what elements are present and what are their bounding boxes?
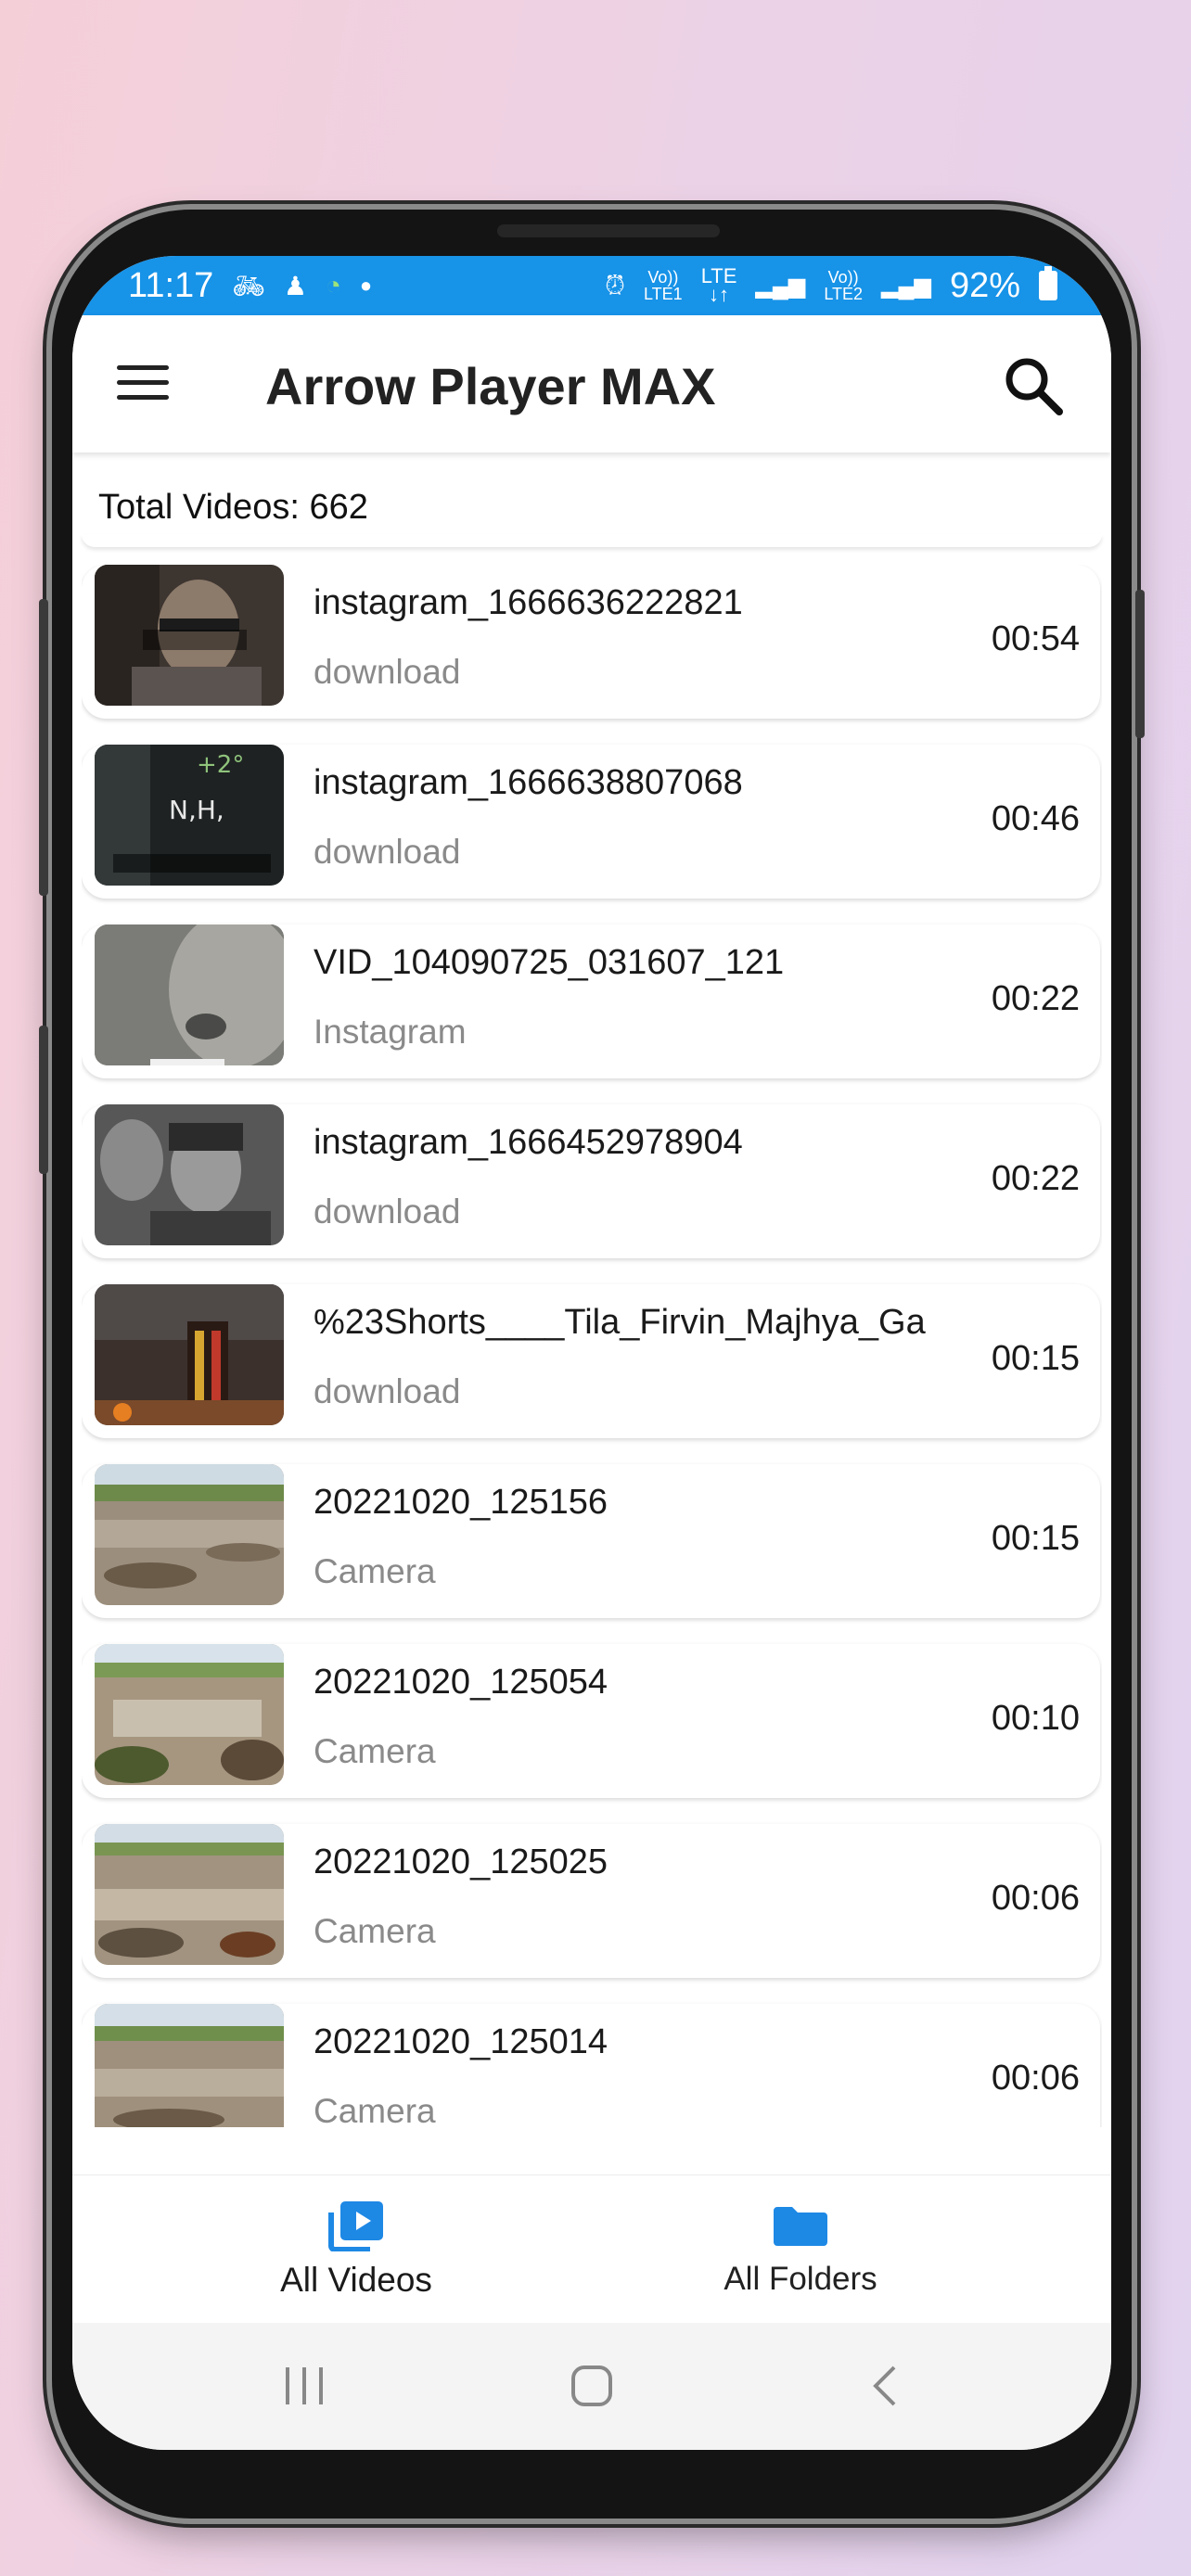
video-folder: Instagram — [314, 1013, 467, 1051]
folder-icon — [774, 2207, 827, 2246]
video-item[interactable]: instagram_1666452978904 download 00:22 — [82, 1104, 1100, 1258]
video-folder: Camera — [314, 2092, 436, 2127]
nav-all-folders-label: All Folders — [724, 2261, 877, 2297]
video-folder: download — [314, 653, 461, 691]
sim2-indicator: Vo)) LTE2 — [824, 268, 864, 303]
screen: 11:17 🚲︎ ♟︎ ◔ ● ⏰︎ Vo)) LTE1 LTE ↓↑ ▂▄▆ Vo… — [72, 256, 1111, 2450]
video-library-icon — [328, 2201, 383, 2251]
video-item[interactable]: 20221020_125054 Camera 00:10 — [82, 1644, 1100, 1798]
video-item[interactable]: 20221020_125014 Camera 00:06 — [82, 2004, 1100, 2127]
video-name: %23Shorts____Tila_Firvin_Majhya_Ga — [314, 1303, 926, 1342]
video-duration: 00:15 — [991, 1339, 1080, 1378]
back-icon[interactable] — [868, 2364, 902, 2408]
video-item[interactable]: 20221020_125156 Camera 00:15 — [82, 1464, 1100, 1618]
video-name: 20221020_125025 — [314, 1843, 608, 1881]
video-name: 20221020_125014 — [314, 2022, 608, 2061]
search-icon[interactable] — [1000, 352, 1067, 419]
video-duration: 00:54 — [991, 619, 1080, 658]
earpiece-speaker — [497, 224, 720, 237]
video-name: instagram_1666636222821 — [314, 583, 743, 622]
video-duration: 00:46 — [991, 799, 1080, 838]
nav-all-videos-label: All Videos — [280, 2261, 432, 2299]
recents-icon[interactable] — [282, 2366, 328, 2406]
video-duration: 00:15 — [991, 1519, 1080, 1558]
menu-icon[interactable] — [117, 365, 169, 402]
video-thumbnail: +2° N,H, — [95, 745, 284, 886]
video-item[interactable]: 20221020_125025 Camera 00:06 — [82, 1824, 1100, 1978]
video-thumbnail — [95, 2004, 284, 2127]
video-thumbnail — [95, 1464, 284, 1605]
video-folder: Camera — [314, 1732, 436, 1770]
video-duration: 00:22 — [991, 979, 1080, 1018]
video-thumbnail — [95, 1104, 284, 1245]
dot-icon: ● — [359, 274, 373, 297]
svg-text:+2°: +2° — [197, 751, 244, 779]
battery-percent: 92% — [949, 265, 1020, 305]
signal-icon: ▂▄▆ — [881, 273, 931, 299]
clock: 11:17 — [128, 265, 214, 305]
header-card-edge — [82, 534, 1102, 547]
video-thumbnail — [95, 1824, 284, 1965]
video-name: 20221020_125156 — [314, 1483, 608, 1522]
video-item[interactable]: instagram_1666636222821 download 00:54 — [82, 565, 1100, 719]
volume-button — [39, 599, 48, 896]
nav-all-videos[interactable]: All Videos — [245, 2200, 467, 2300]
video-thumbnail — [95, 565, 284, 706]
video-list[interactable]: instagram_1666636222821 download 00:54 +… — [82, 565, 1102, 2127]
person-icon: ♟︎ — [283, 271, 307, 300]
alarm-icon: ⏰︎ — [605, 270, 625, 300]
video-folder: Camera — [314, 1912, 436, 1950]
status-bar: 11:17 🚲︎ ♟︎ ◔ ● ⏰︎ Vo)) LTE1 LTE ↓↑ ▂▄▆ Vo… — [72, 256, 1111, 315]
sync-icon: ◔ — [325, 271, 341, 300]
video-name: instagram_1666452978904 — [314, 1123, 743, 1162]
app-bar: Arrow Player MAX — [72, 315, 1111, 453]
video-duration: 00:06 — [991, 1879, 1080, 1918]
video-item[interactable]: %23Shorts____Tila_Firvin_Majhya_Ga downl… — [82, 1284, 1100, 1438]
total-videos-label: Total Videos: 662 — [98, 488, 368, 527]
svg-text:N,H,: N,H, — [169, 795, 224, 825]
nav-all-folders[interactable]: All Folders — [689, 2200, 912, 2298]
video-name: instagram_1666638807068 — [314, 763, 743, 802]
video-item[interactable]: VID_104090725_031607_121 Instagram 00:22 — [82, 925, 1100, 1078]
signal-icon: ▂▄▆ — [755, 273, 806, 299]
video-folder: Camera — [314, 1552, 436, 1590]
bottom-navigation: All Videos All Folders — [72, 2174, 1111, 2324]
power-button — [1135, 590, 1145, 738]
video-duration: 00:06 — [991, 2059, 1080, 2098]
app-title: Arrow Player MAX — [265, 357, 716, 415]
video-folder: download — [314, 833, 461, 871]
video-duration: 00:10 — [991, 1699, 1080, 1738]
sim1-indicator: Vo)) LTE1 — [644, 268, 683, 303]
system-navigation-bar — [72, 2323, 1111, 2450]
lte-indicator: LTE ↓↑ — [700, 264, 737, 306]
bike-icon: 🚲︎ — [232, 271, 265, 300]
bixby-button — [39, 1026, 48, 1174]
video-name: VID_104090725_031607_121 — [314, 943, 785, 982]
video-duration: 00:22 — [991, 1159, 1080, 1198]
video-thumbnail — [95, 1644, 284, 1785]
video-folder: download — [314, 1372, 461, 1410]
video-folder: download — [314, 1192, 461, 1231]
video-thumbnail — [95, 1284, 284, 1425]
battery-icon — [1039, 266, 1057, 300]
video-name: 20221020_125054 — [314, 1663, 608, 1702]
video-item[interactable]: +2° N,H, instagram_1666638807068 download… — [82, 745, 1100, 899]
video-thumbnail — [95, 925, 284, 1065]
phone-frame: 11:17 🚲︎ ♟︎ ◔ ● ⏰︎ Vo)) LTE1 LTE ↓↑ ▂▄▆ Vo… — [39, 210, 1145, 2519]
home-icon[interactable] — [570, 2364, 614, 2408]
